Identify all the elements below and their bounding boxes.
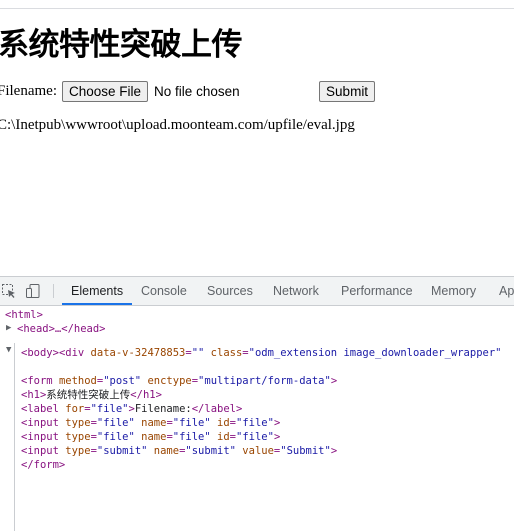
page-title: 系统特性突破上传 (0, 27, 243, 63)
dom-node-label[interactable]: <label for="file">Filename:</label> (21, 402, 242, 416)
inspect-element-icon[interactable] (1, 283, 17, 299)
tab-memory[interactable]: Memory (431, 277, 476, 305)
expand-head-icon[interactable]: ▶ (6, 323, 11, 333)
tab-application[interactable]: Ap (499, 277, 514, 305)
tab-sources[interactable]: Sources (207, 277, 253, 305)
collapse-body-icon[interactable]: ▼ (6, 345, 11, 355)
tab-elements[interactable]: Elements (62, 277, 133, 305)
file-status-text: No file chosen (154, 83, 240, 99)
top-divider (0, 8, 514, 9)
dom-node-html[interactable]: <html> (5, 308, 43, 322)
dom-node-form[interactable]: <form method="post" enctype="multipart/f… (21, 374, 337, 388)
tab-console[interactable]: Console (141, 277, 187, 305)
upload-form: Filename: Choose File No file chosen Sub… (0, 79, 376, 103)
devtools-toolbar: Elements Console Sources Network Perform… (0, 277, 514, 306)
dom-node-input-file-1[interactable]: <input type="file" name="file" id="file"… (21, 416, 280, 430)
dom-node-body[interactable]: <body><div data-v-32478853="" class="odm… (21, 346, 502, 360)
filename-label: Filename: (0, 82, 57, 99)
dom-node-form-close[interactable]: </form> (21, 458, 65, 472)
dom-node-h1[interactable]: <h1>系统特性突破上传</h1> (21, 388, 162, 402)
submit-button[interactable]: Submit (319, 80, 376, 102)
devtools-panel: Elements Console Sources Network Perform… (0, 276, 514, 531)
toolbar-separator (53, 284, 54, 298)
dom-node-head[interactable]: <head>…</head> (17, 322, 106, 336)
dom-node-input-submit[interactable]: <input type="submit" name="submit" value… (21, 444, 337, 458)
device-toolbar-icon[interactable] (25, 283, 41, 299)
tab-performance[interactable]: Performance (341, 277, 413, 305)
dom-tree: <html> ▶ <head>…</head> ▼ <body><div dat… (0, 306, 514, 531)
choose-file-button[interactable]: Choose File (62, 80, 149, 102)
dom-node-input-file-2[interactable]: <input type="file" name="file" id="file"… (21, 430, 280, 444)
upload-path-text: C:\Inetpub\wwwroot\upload.moonteam.com/u… (0, 117, 355, 133)
tab-network[interactable]: Network (273, 277, 319, 305)
